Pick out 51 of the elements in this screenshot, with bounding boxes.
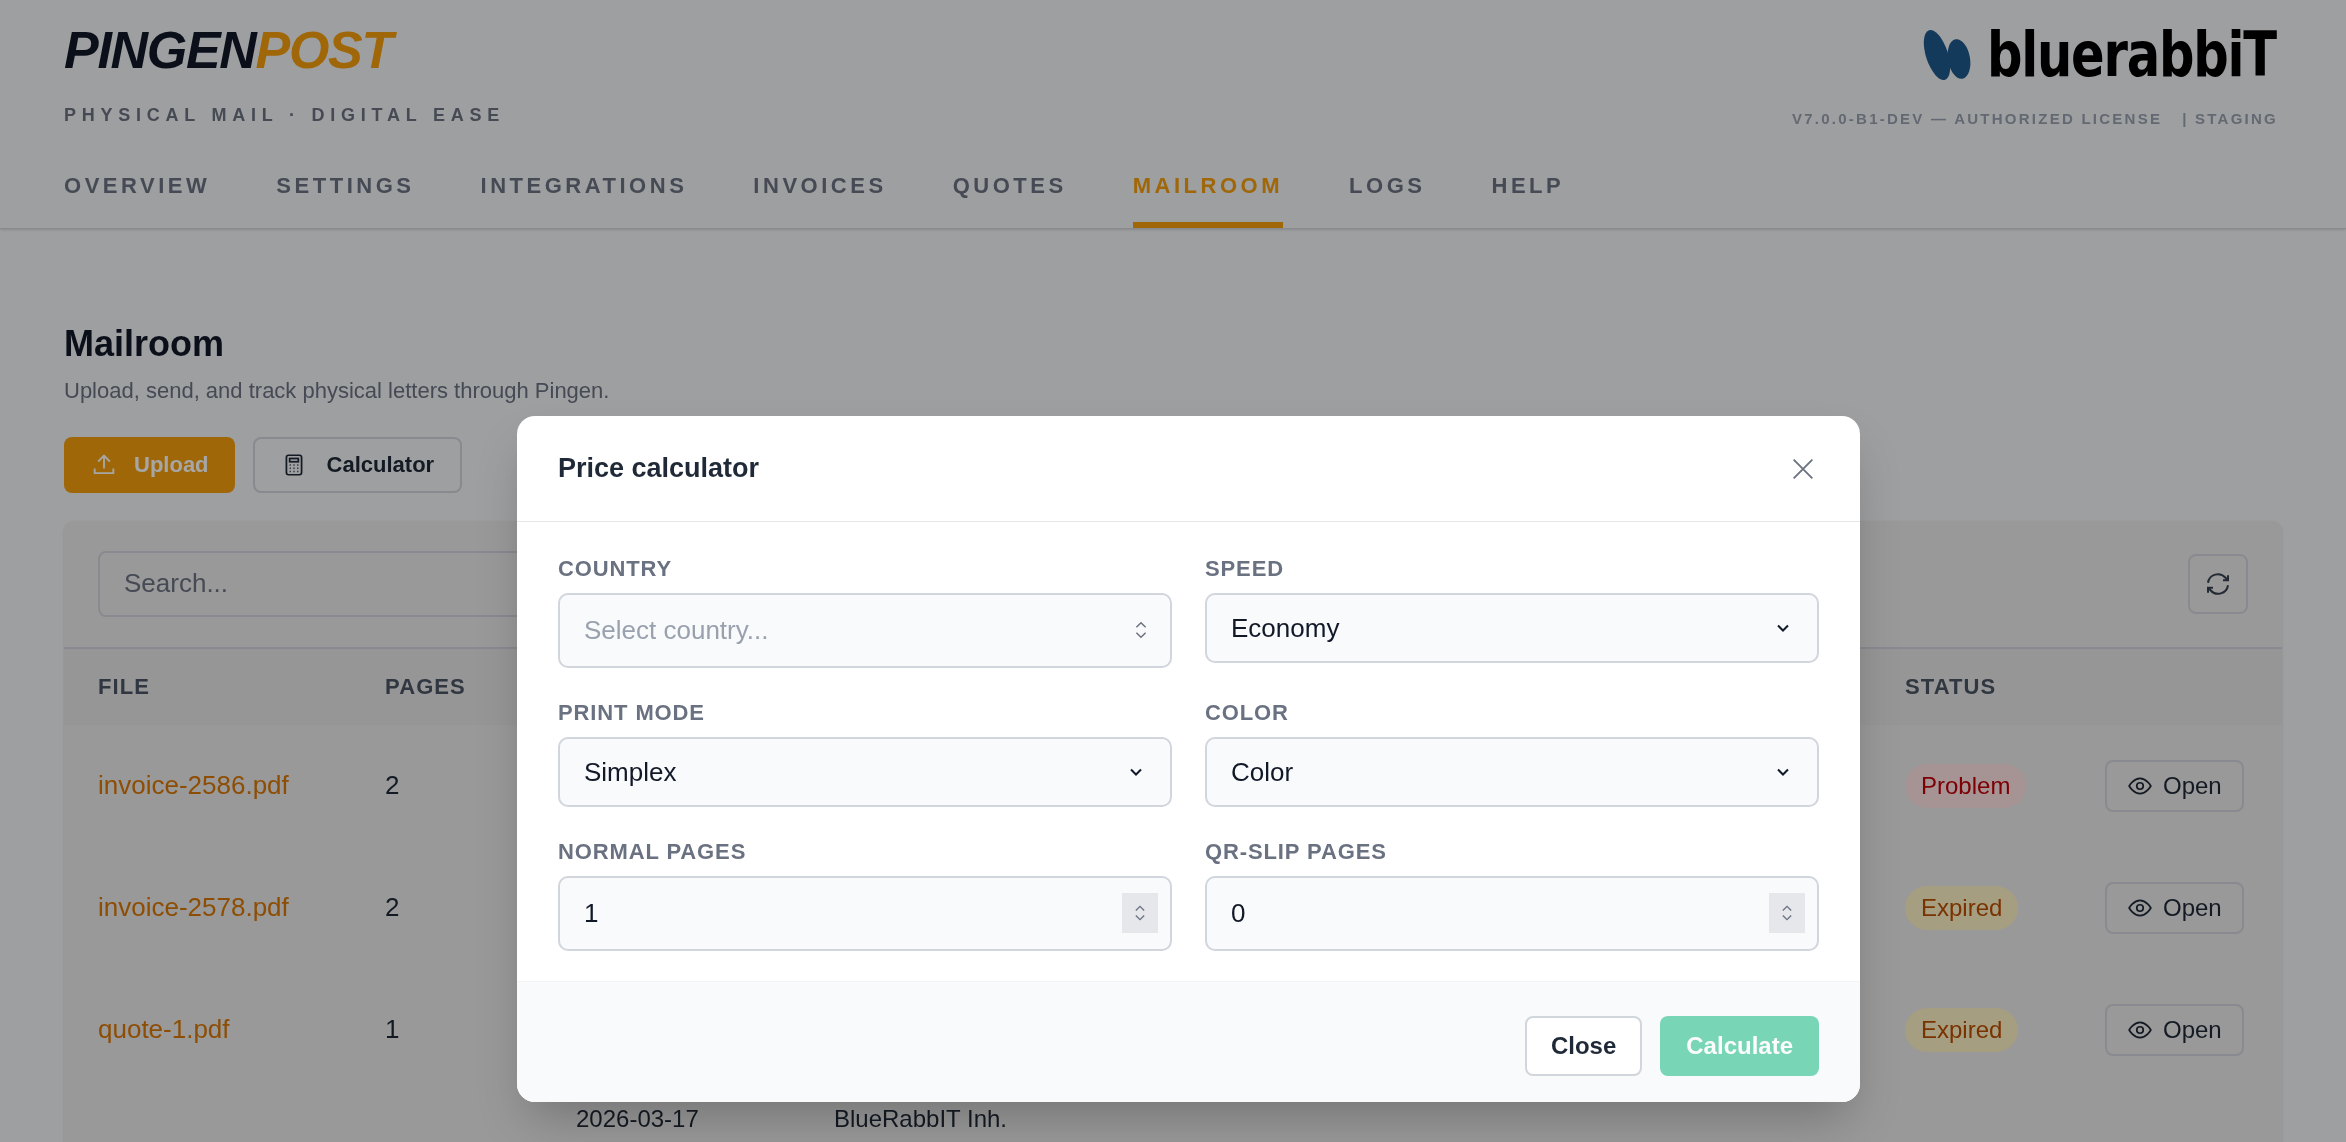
field-label: PRINT MODE — [558, 699, 706, 727]
status-badge: Expired — [1905, 1007, 2019, 1052]
country-combobox[interactable]: Select country... — [558, 593, 1172, 668]
open-button[interactable]: Open — [2105, 1003, 2244, 1056]
page-title: Mailroom — [64, 321, 225, 366]
status-badge: Expired — [1905, 885, 2019, 930]
upload-button[interactable]: Upload — [64, 436, 235, 493]
status-badge: Problem — [1905, 763, 2027, 808]
number-stepper[interactable] — [1769, 893, 1805, 933]
select-field[interactable]: Color — [1205, 737, 1819, 807]
nav-tab[interactable]: HELP — [1491, 164, 1565, 228]
nav-tab[interactable]: INTEGRATIONS — [480, 164, 688, 228]
number-field[interactable]: 0 — [1205, 876, 1819, 951]
environment-label: | STAGING — [2182, 109, 2278, 129]
nav-tab[interactable]: OVERVIEW — [64, 164, 211, 228]
field-label: COUNTRY — [558, 555, 674, 583]
nav-tab[interactable]: LOGS — [1349, 164, 1426, 228]
open-button[interactable]: Open — [2105, 759, 2244, 812]
nav-tab[interactable]: INVOICES — [753, 164, 887, 228]
nav-tab[interactable]: QUOTES — [952, 164, 1067, 228]
column-header: STATUS — [1905, 674, 1997, 699]
refresh-button[interactable] — [2188, 553, 2248, 614]
number-field[interactable]: 1 — [558, 876, 1172, 951]
column-header: PAGES — [385, 674, 466, 699]
field-label: SPEED — [1205, 555, 1285, 583]
close-dialog-button[interactable]: Close — [1524, 1016, 1643, 1076]
field-label: QR-SLIP PAGES — [1205, 838, 1388, 866]
open-button[interactable]: Open — [2105, 881, 2244, 934]
table-cell: 2 — [385, 770, 400, 800]
file-link[interactable]: quote-1.pdf — [98, 1014, 230, 1044]
nav-tab[interactable]: MAILROOM — [1132, 164, 1284, 228]
table-cell: 1 — [385, 1014, 400, 1044]
dialog-title: Price calculator — [558, 452, 760, 486]
column-header: FILE — [98, 674, 151, 699]
table-cell: 2026-03-17 — [576, 1104, 699, 1132]
calculator-button[interactable]: Calculator — [252, 436, 463, 493]
file-link[interactable]: invoice-2578.pdf — [98, 892, 289, 922]
tagline: PHYSICAL MAIL · DIGITAL EASE — [64, 104, 505, 127]
nav-tab[interactable]: SETTINGS — [276, 164, 415, 228]
page-subtitle: Upload, send, and track physical letters through Pingen. — [64, 376, 611, 405]
field-label: COLOR — [1205, 699, 1290, 727]
field-label: NORMAL PAGES — [558, 838, 748, 866]
brand-logo: PINGENPOST — [64, 24, 505, 76]
table-cell: 2 — [385, 892, 400, 922]
version-label: V7.0.0-B1-DEV — AUTHORIZED LICENSE — [1792, 109, 2163, 129]
table-cell: BlueRabbIT Inh. — [834, 1104, 1007, 1132]
select-field[interactable]: Economy — [1205, 593, 1819, 663]
number-stepper[interactable] — [1122, 893, 1158, 933]
file-link[interactable]: invoice-2586.pdf — [98, 770, 289, 800]
partner-logo: bluerabbiT — [1986, 24, 2276, 86]
select-field[interactable]: Simplex — [558, 737, 1172, 807]
